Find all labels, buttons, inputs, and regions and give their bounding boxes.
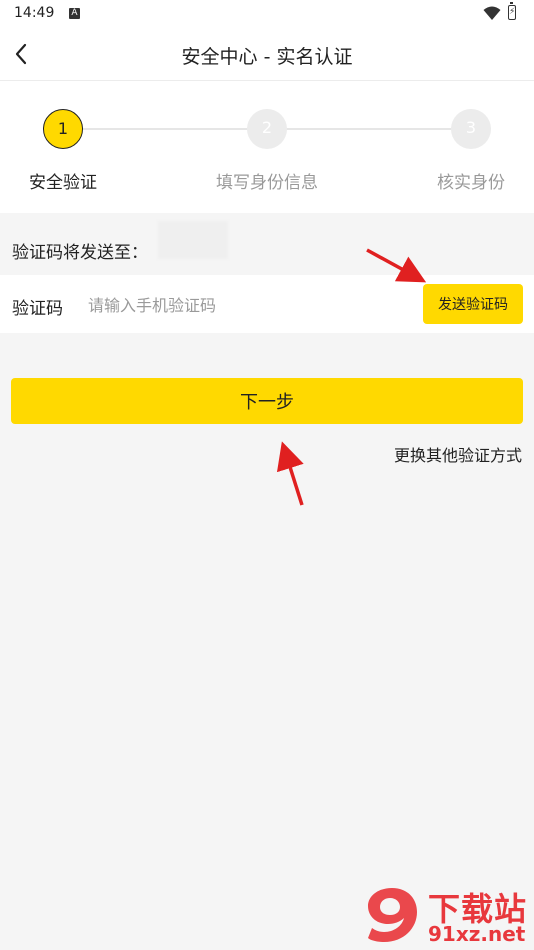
step-connector — [82, 128, 248, 130]
battery-icon: ⚡ — [508, 2, 516, 20]
page-title: 安全中心 - 实名认证 — [181, 46, 353, 68]
send-to-row: 验证码将发送至： — [0, 215, 534, 273]
step-3-circle: 3 — [451, 109, 491, 149]
navigation-bar: 安全中心 - 实名认证 — [0, 28, 534, 81]
wifi-icon — [483, 6, 501, 20]
watermark-text-url: 91xz.net — [428, 922, 526, 946]
verification-code-input[interactable] — [88, 289, 408, 321]
next-step-button[interactable]: 下一步 — [11, 378, 523, 424]
verification-code-row: 验证码 发送验证码 — [0, 275, 534, 333]
watermark-logo-icon — [368, 888, 417, 942]
masked-phone-number — [158, 221, 228, 259]
notification-a-icon: A — [69, 8, 80, 19]
step-3-label: 核实身份 — [437, 173, 505, 193]
code-label: 验证码 — [12, 299, 63, 319]
step-2-label: 填写身份信息 — [216, 173, 318, 193]
step-connector — [286, 128, 452, 130]
send-to-label: 验证码将发送至： — [12, 243, 148, 263]
arrow-to-next-button — [276, 441, 304, 506]
step-1-circle: 1 — [43, 109, 83, 149]
site-watermark: 下载站 91xz.net — [360, 882, 534, 950]
change-verification-method-link[interactable]: 更换其他验证方式 — [394, 442, 522, 466]
step-1-label: 安全验证 — [29, 173, 97, 193]
status-bar: 14:49 A ⚡ — [0, 0, 534, 28]
step-2-circle: 2 — [247, 109, 287, 149]
step-progress: 1 2 3 安全验证 填写身份信息 核实身份 — [0, 81, 534, 213]
status-time: 14:49 — [14, 5, 55, 21]
send-code-button[interactable]: 发送验证码 — [423, 284, 523, 324]
